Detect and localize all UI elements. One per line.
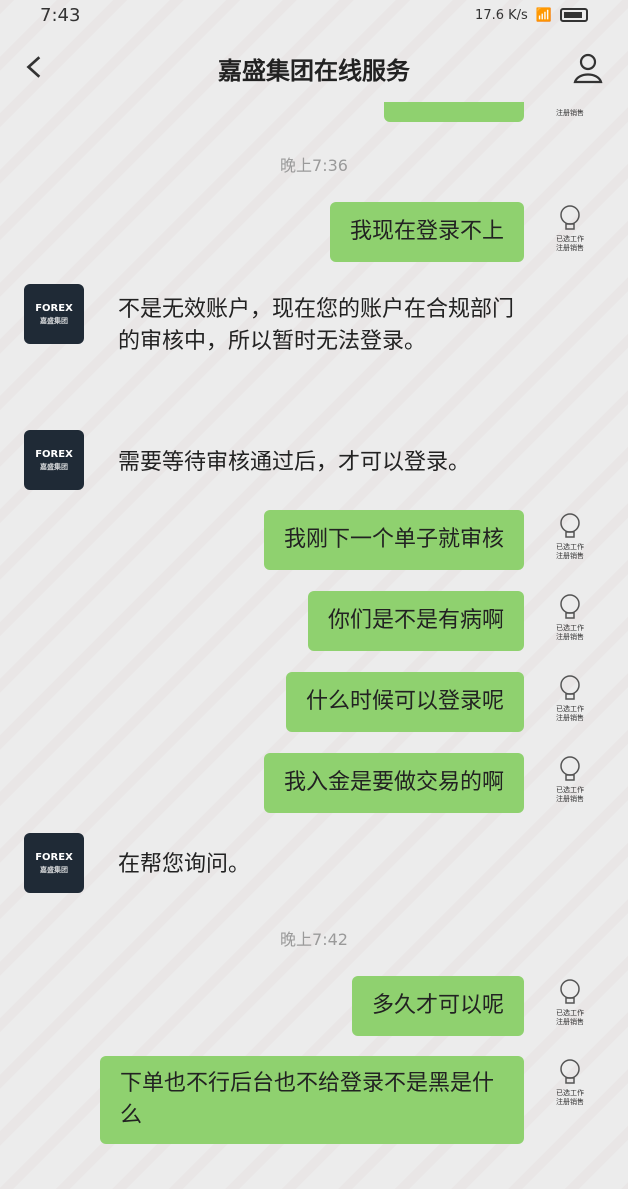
user-avatar: 已选工作 注册销售 — [550, 674, 590, 738]
message-bubble-right: 多久才可以呢 — [351, 976, 524, 1036]
timestamp: 晚上7:42 — [280, 930, 348, 949]
user-avatar: 已选工作 注册销售 — [550, 978, 590, 1042]
message-bubble-right: 我现在登录不上 — [329, 202, 524, 262]
chat-title: 嘉盛集团在线服务 — [218, 56, 410, 85]
lightbulb-avatar-icon — [560, 756, 580, 781]
user-avatar: 已选工作 注册销售 — [550, 755, 590, 819]
lightbulb-avatar-icon — [560, 594, 580, 619]
user-avatar: 已选工作 注册销售 — [550, 1058, 590, 1122]
message-text-left: 不是无效账户，现在您的账户在合规部门的审核中，所以暂时无法登录。 — [118, 297, 515, 354]
user-avatar: 已选工作 注册销售 — [550, 204, 590, 268]
lightbulb-avatar-icon — [560, 979, 580, 1004]
lightbulb-avatar-icon — [560, 205, 580, 230]
forex-avatar: FOREX 嘉盛集团 — [24, 833, 84, 893]
back-chevron-icon[interactable] — [22, 54, 48, 80]
user-profile-icon[interactable] — [570, 50, 606, 86]
message-bubble-right: 我入金是要做交易的啊 — [263, 753, 524, 813]
lightbulb-avatar-icon — [560, 675, 580, 700]
partial-avatar-label: 注册销售 — [556, 109, 584, 117]
forex-avatar: FOREX 嘉盛集团 — [24, 284, 84, 344]
lightbulb-avatar-icon — [560, 1059, 580, 1084]
message-bubble-right: 什么时候可以登录呢 — [285, 672, 524, 732]
user-avatar: 已选工作 注册销售 — [550, 512, 590, 576]
lightbulb-avatar-icon — [560, 513, 580, 538]
message-bubble-right: 你们是不是有病啊 — [307, 591, 524, 651]
status-time: 7:43 — [40, 4, 81, 26]
user-avatar: 已选工作 注册销售 — [550, 593, 590, 657]
partial-message-bubble — [384, 102, 524, 122]
battery-icon — [560, 8, 588, 22]
message-text-left: 在帮您询问。 — [118, 852, 251, 877]
wifi-icon: 📶 — [535, 7, 552, 23]
chat-header: 嘉盛集团在线服务 — [0, 40, 628, 96]
timestamp: 晚上7:36 — [280, 156, 348, 175]
message-bubble-right: 下单也不行后台也不给登录不是黑是什么 — [100, 1056, 524, 1144]
forex-avatar: FOREX 嘉盛集团 — [24, 430, 84, 490]
network-speed: 17.6 K/s — [475, 7, 528, 23]
message-text-left: 需要等待审核通过后，才可以登录。 — [118, 450, 471, 475]
message-bubble-right: 我刚下一个单子就审核 — [263, 510, 524, 570]
status-bar: 7:43 17.6 K/s 📶 — [0, 0, 628, 30]
